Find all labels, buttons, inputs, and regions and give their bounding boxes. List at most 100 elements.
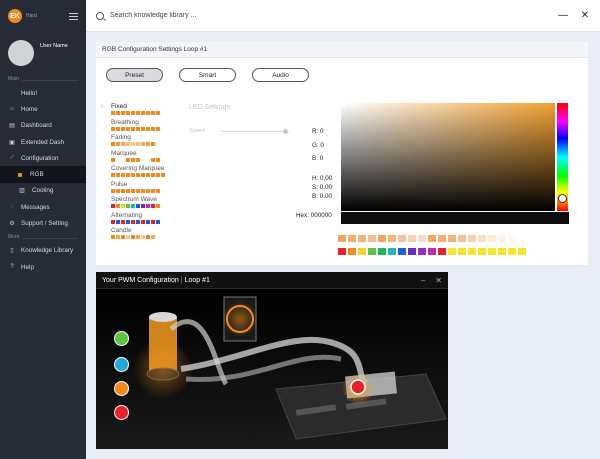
color-cell — [136, 235, 140, 239]
color-cell — [126, 188, 130, 193]
color-cell[interactable] — [448, 235, 456, 242]
color-cell[interactable] — [378, 248, 386, 255]
color-cell[interactable] — [478, 235, 486, 242]
color-cell[interactable] — [438, 248, 446, 255]
color-cell[interactable] — [428, 235, 436, 242]
effect-preview — [111, 235, 181, 239]
speed-slider-handle[interactable] — [283, 129, 288, 134]
color-cell[interactable] — [398, 248, 406, 255]
sidebar-item-home[interactable]: ⌂ Home — [0, 101, 86, 117]
effect-alternating[interactable]: Alternating — [111, 212, 181, 228]
hex-value[interactable]: Hex: 000000 — [296, 212, 332, 219]
color-cell — [126, 142, 130, 146]
color-cell[interactable] — [418, 235, 426, 242]
effect-pulse[interactable]: Pulse — [111, 181, 181, 197]
led-settings-label: LED Settings — [189, 104, 230, 111]
color-cell[interactable] — [378, 235, 386, 242]
color-picker-cursor[interactable] — [342, 104, 346, 108]
color-cell — [156, 111, 160, 115]
color-cell[interactable] — [508, 235, 516, 242]
sidebar-item-help[interactable]: ? Help — [0, 259, 86, 275]
tab-smart[interactable]: Smart — [179, 68, 236, 82]
color-cell[interactable] — [458, 248, 466, 255]
color-cell[interactable] — [358, 248, 366, 255]
color-cell[interactable] — [358, 235, 366, 242]
color-cell[interactable] — [508, 248, 516, 255]
effect-spectrum-wave[interactable]: Spectrum Wave — [111, 196, 181, 212]
color-cell[interactable] — [338, 248, 346, 255]
effect-label: Marquee — [111, 149, 137, 157]
effect-list: › Fixed Breathing Fading Marquee Coverin… — [101, 103, 181, 243]
color-cell[interactable] — [388, 248, 396, 255]
color-picker-area[interactable] — [341, 103, 555, 211]
sidebar-item-configuration[interactable]: ⟋ Configuration — [0, 150, 86, 166]
sidebar-item-label: Help — [21, 263, 34, 271]
color-cell[interactable] — [448, 248, 456, 255]
search-icon[interactable] — [96, 11, 104, 20]
effect-label: Candle — [111, 227, 132, 234]
sidebar-item-cooling[interactable]: ▥ Cooling — [0, 183, 86, 199]
color-cell[interactable] — [488, 248, 496, 255]
color-cell[interactable] — [368, 235, 376, 242]
effect-preview — [111, 111, 181, 115]
color-cell — [111, 126, 115, 131]
color-cell[interactable] — [348, 248, 356, 255]
effect-label: Spectrum Wave — [111, 196, 157, 203]
sidebar-item-hello[interactable]: Hello! — [0, 85, 86, 101]
effect-marquee[interactable]: Marquee — [111, 150, 181, 166]
color-cell[interactable] — [468, 235, 476, 242]
user-profile[interactable]: User Name — [0, 32, 86, 74]
sidebar-item-dashboard[interactable]: ▤ Dashboard — [0, 118, 86, 134]
color-cell[interactable] — [348, 235, 356, 242]
color-cell — [131, 188, 135, 193]
color-cell[interactable] — [498, 235, 506, 242]
cooling-icon: ▥ — [19, 188, 25, 195]
sidebar-item-support-setting[interactable]: ⚙ Support / Setting — [0, 215, 86, 231]
pump-status-icon[interactable] — [114, 331, 129, 346]
effect-covering-marquee[interactable]: Covering Marquee — [111, 165, 181, 181]
color-cell[interactable] — [478, 248, 486, 255]
tab-preset[interactable]: Preset — [106, 68, 163, 82]
sidebar-item-messages[interactable]: ◌ Messages — [0, 199, 86, 215]
minimize-icon[interactable]: – — [421, 276, 425, 285]
color-cell — [141, 126, 145, 131]
hamburger-menu-icon[interactable] — [69, 12, 78, 20]
color-cell — [116, 188, 120, 193]
color-cell[interactable] — [488, 235, 496, 242]
sidebar-item-rgb[interactable]: RGB — [0, 166, 86, 183]
color-cell[interactable] — [338, 235, 346, 242]
effect-fading[interactable]: Fading — [111, 134, 181, 150]
effect-candle[interactable]: Candle — [111, 227, 181, 243]
close-icon[interactable]: ✕ — [435, 276, 442, 285]
color-cell[interactable] — [388, 235, 396, 242]
color-cell[interactable] — [408, 248, 416, 255]
sidebar-item-knowledge-library[interactable]: ▯ Knowledge Library — [0, 243, 86, 259]
color-cell — [156, 157, 160, 162]
speed-slider-track[interactable] — [221, 131, 289, 132]
hue-slider-handle[interactable] — [558, 194, 567, 203]
tab-audio[interactable]: Audio — [252, 68, 309, 82]
fan-status-icon[interactable] — [114, 381, 129, 396]
color-cell[interactable] — [458, 235, 466, 242]
color-cell[interactable] — [438, 235, 446, 242]
color-cell[interactable] — [408, 235, 416, 242]
effect-breathing[interactable]: Breathing — [111, 119, 181, 135]
effect-fixed[interactable]: › Fixed — [101, 103, 181, 119]
color-cell[interactable] — [498, 248, 506, 255]
sidebar-item-label: Extended Dash — [21, 138, 65, 146]
reservoir-status-icon[interactable] — [114, 357, 129, 372]
color-cell[interactable] — [428, 248, 436, 255]
color-cell[interactable] — [368, 248, 376, 255]
color-cell[interactable] — [468, 248, 476, 255]
color-cell[interactable] — [518, 235, 526, 242]
close-icon[interactable]: ✕ — [580, 10, 590, 21]
minimize-icon[interactable]: — — [558, 10, 568, 21]
color-cell[interactable] — [398, 235, 406, 242]
color-cell[interactable] — [418, 248, 426, 255]
color-cell — [156, 188, 160, 193]
color-cell — [111, 157, 115, 162]
search-input[interactable] — [110, 12, 310, 19]
sidebar-item-extended-dash[interactable]: ▣ Extended Dash — [0, 134, 86, 150]
cpu-block-status-icon[interactable] — [114, 405, 129, 420]
color-cell[interactable] — [518, 248, 526, 255]
